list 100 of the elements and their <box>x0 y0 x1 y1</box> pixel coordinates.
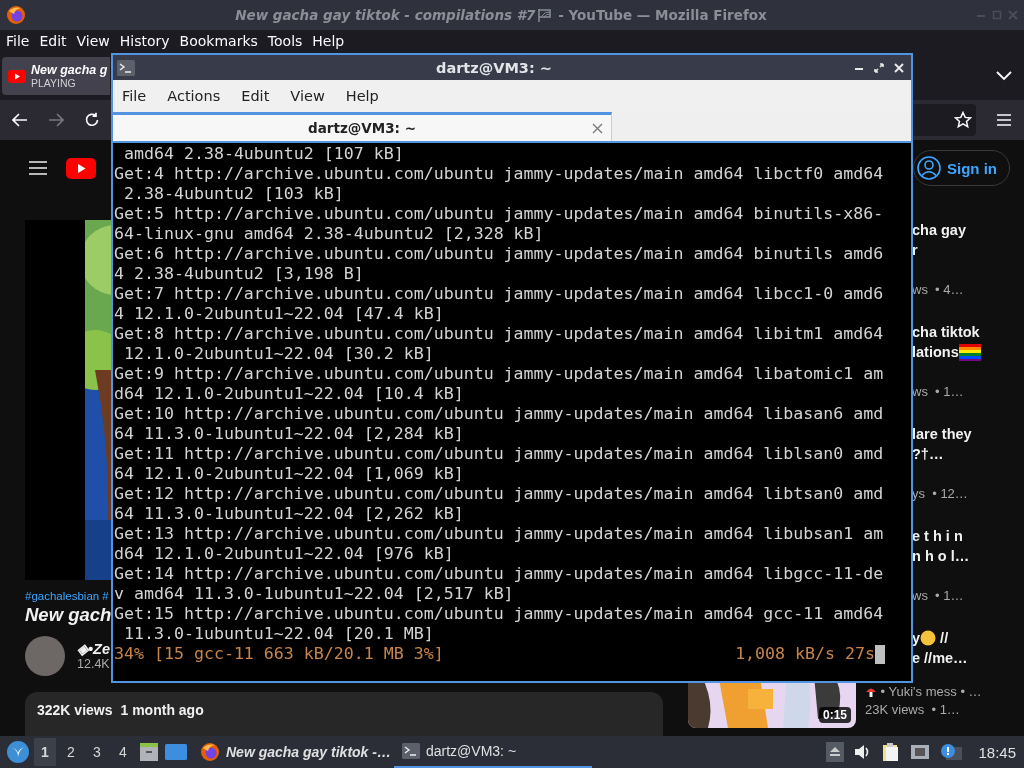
close-icon[interactable] <box>592 123 603 134</box>
video-meta: ws • 1… <box>912 383 964 401</box>
video-meta: ws • 1… <box>912 587 964 605</box>
video-title[interactable]: cha gay <box>912 220 966 240</box>
menu-item[interactable]: File <box>122 88 147 104</box>
file-cabinet-icon[interactable] <box>138 741 160 763</box>
terminal-line: Get:4 http://archive.ubuntu.com/ubuntu jammy-updates/main amd64 libctf0 amd64 <box>114 164 885 184</box>
tab-title: New gacha g <box>31 63 108 77</box>
transfer-rate: 1,008 kB/s 27s <box>735 644 875 664</box>
menu-item[interactable]: Actions <box>167 88 221 104</box>
task-title: New gacha gay tiktok -… <box>226 744 391 760</box>
menu-item[interactable]: Edit <box>39 33 67 49</box>
chevron-down-icon[interactable] <box>996 71 1012 81</box>
firefox-icon <box>200 742 220 762</box>
task-title: dartz@VM3: ~ <box>426 743 517 759</box>
firefox-icon <box>6 5 26 25</box>
video-text: • Yuki's mess • … <box>879 684 982 700</box>
menu-item[interactable]: Tools <box>267 33 303 49</box>
video-title[interactable]: n h o l… <box>912 546 970 566</box>
terminal-tab[interactable]: dartz@VM3: ~ <box>113 112 612 141</box>
workspace-button[interactable]: 4 <box>112 738 134 766</box>
browser-tab[interactable]: New gacha g PLAYING <box>2 57 110 95</box>
video-text: lations <box>912 343 959 362</box>
terminal-icon <box>117 59 135 76</box>
eject-icon[interactable] <box>826 742 845 762</box>
terminal-line: Get:14 http://archive.ubuntu.com/ubuntu jammy-updates/main amd64 libgcc-11-de <box>114 564 885 584</box>
terminal-line: Get:13 http://archive.ubuntu.com/ubuntu jammy-updates/main amd64 libubsan1 am <box>114 524 885 544</box>
terminal-line: Get:6 http://archive.ubuntu.com/ubuntu jammy-updates/main amd64 binutils amd6 <box>114 244 885 264</box>
menu-item[interactable]: View <box>290 88 325 104</box>
video-title[interactable]: e t h i n <box>912 526 963 546</box>
address-bar[interactable] <box>912 104 976 136</box>
forward-icon[interactable] <box>48 113 64 127</box>
terminal-line: amd64 2.38-4ubuntu2 [107 kB] <box>123 144 405 164</box>
menu-item[interactable]: Bookmarks <box>179 33 258 49</box>
terminal-line: 4 12.1.0-2ubuntu1~22.04 [47.4 kB] <box>114 304 445 324</box>
terminal-line: Get:10 http://archive.ubuntu.com/ubuntu jammy-updates/main amd64 libasan6 amd <box>114 404 885 424</box>
view-count: 322K views <box>37 702 113 718</box>
subscriber-count: 12.4K <box>77 657 110 671</box>
video-meta: ws • 4… <box>912 281 964 299</box>
workspace-button[interactable]: 3 <box>86 738 108 766</box>
description-panel[interactable]: 322K views 1 month ago <box>25 692 663 736</box>
terminal-line: Get:15 http://archive.ubuntu.com/ubuntu jammy-updates/main amd64 gcc-11 amd64 <box>114 604 885 624</box>
video-title[interactable]: cha tiktok <box>912 322 980 342</box>
terminal-line: 4 2.38-4ubuntu2 [3,198 B] <box>114 264 365 284</box>
video-player[interactable] <box>25 220 111 580</box>
video-title[interactable]: r <box>912 240 918 260</box>
terminal-line: Get:8 http://archive.ubuntu.com/ubuntu jammy-updates/main amd64 libitm1 amd64 <box>114 324 885 344</box>
window-title: dartz@VM3: ~ <box>435 59 553 76</box>
taskbar-task[interactable]: New gacha gay tiktok -… <box>192 736 390 768</box>
terminal-line: 64 11.3.0-1ubuntu1~22.04 [2,262 kB] <box>114 504 465 524</box>
video-text: // <box>939 629 949 648</box>
terminal-line: 12.1.0-2ubuntu1~22.04 [30.2 kB] <box>123 344 435 364</box>
hashtag-link[interactable]: #gachalesbian # <box>25 590 109 602</box>
terminal-line: Get:7 http://archive.ubuntu.com/ubuntu jammy-updates/main amd64 libcc1-0 amd6 <box>114 284 885 304</box>
menu-item[interactable]: Help <box>312 33 345 49</box>
terminal-icon <box>402 743 420 759</box>
youtube-logo-icon[interactable] <box>66 157 96 179</box>
menu-item[interactable]: Edit <box>241 88 270 104</box>
video-text: y <box>912 629 921 648</box>
reload-icon[interactable] <box>84 112 100 128</box>
terminal-line: d64 12.1.0-2ubuntu1~22.04 [10.4 kB] <box>114 384 465 404</box>
video-duration: 0:15 <box>818 707 851 723</box>
network-icon[interactable] <box>910 744 931 760</box>
terminal-line: Get:9 http://archive.ubuntu.com/ubuntu jammy-updates/main amd64 libatomic1 am <box>114 364 885 384</box>
video-title: New gach <box>25 604 112 626</box>
terminal-line: 64-linux-gnu amd64 2.38-4ubuntu2 [2,328 kB] <box>114 224 545 244</box>
tab-status: PLAYING <box>31 77 77 89</box>
menu-icon[interactable] <box>28 160 48 176</box>
video-title[interactable]: ?†… <box>912 444 944 464</box>
menu-item[interactable]: View <box>76 33 110 49</box>
clipboard-icon[interactable] <box>882 742 901 762</box>
menu-item[interactable]: Help <box>345 88 379 104</box>
star-icon[interactable] <box>954 111 972 129</box>
upload-age: 1 month ago <box>120 702 204 718</box>
rainbow-flag-icon <box>958 343 981 361</box>
workspace-button[interactable]: 2 <box>60 738 82 766</box>
terminal-line: 11.3.0-1ubuntu1~22.04 [20.1 MB] <box>123 624 435 644</box>
clock: 18:45 <box>978 743 1016 761</box>
terminal-line: Get:5 http://archive.ubuntu.com/ubuntu jammy-updates/main amd64 binutils-x86- <box>114 204 885 224</box>
window-title: - YouTube — Mozilla Firefox <box>557 7 767 23</box>
video-title[interactable]: lare they <box>912 424 972 444</box>
window-icon[interactable] <box>164 742 188 762</box>
video-title[interactable]: e //me… <box>912 648 968 668</box>
progress-text: 34% [15 gcc-11 663 kB/20.1 MB 3%] <box>114 644 444 664</box>
emoji-icon <box>920 630 937 646</box>
avatar[interactable] <box>25 636 65 676</box>
video-meta: 23K views • 1… <box>865 701 960 719</box>
text-cursor <box>875 644 885 664</box>
sign-in-button[interactable]: Sign in <box>913 150 1010 186</box>
start-menu-icon[interactable] <box>6 740 30 764</box>
terminal-line: d64 12.1.0-2ubuntu1~22.04 [976 kB] <box>114 544 455 564</box>
workspace-button[interactable]: 1 <box>34 738 56 766</box>
menu-item[interactable]: History <box>119 33 170 49</box>
taskbar-task[interactable]: dartz@VM3: ~ <box>394 736 592 768</box>
terminal-line: 64 12.1.0-2ubuntu1~22.04 [1,069 kB] <box>114 464 465 484</box>
back-icon[interactable] <box>12 113 28 127</box>
menu-item[interactable]: File <box>6 33 30 49</box>
channel-name[interactable]: ◈•Ze <box>77 641 110 657</box>
notification-icon[interactable] <box>940 743 963 761</box>
user-icon <box>917 156 941 180</box>
